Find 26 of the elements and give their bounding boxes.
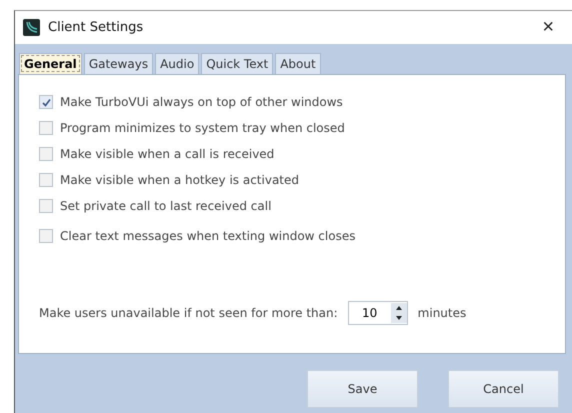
checkbox[interactable] [39,121,53,135]
check-icon [42,98,50,106]
checkbox-label: Program minimizes to system tray when closed [60,121,345,135]
minutes-spinbox[interactable]: 10 [348,301,408,325]
checkbox[interactable] [39,173,53,187]
cancel-button[interactable]: Cancel [448,370,559,408]
checkbox[interactable] [39,199,53,213]
checkbox[interactable] [39,147,53,161]
checkbox-label: Clear text messages when texting window closes [60,229,356,243]
tab[interactable]: About [275,53,321,74]
tab[interactable]: Gateways [84,53,154,74]
timeout-label: Make users unavailable if not seen for more than: [39,306,338,320]
close-button[interactable]: × [532,16,564,39]
checkbox-label: Make TurboVUi always on top of other windows [60,95,343,109]
minutes-label: minutes [418,306,466,320]
app-logo-icon [23,19,40,36]
checkbox-label: Make visible when a call is received [60,147,274,161]
tab[interactable]: Audio [155,53,200,74]
checkbox-label: Set private call to last received call [60,199,272,213]
checkbox-label: Make visible when a hotkey is activated [60,173,300,187]
tab[interactable]: General [19,53,82,74]
window-title: Client Settings [48,20,144,35]
checkbox[interactable] [39,229,53,243]
save-button[interactable]: Save [307,370,418,408]
checkbox[interactable] [39,95,53,109]
tab[interactable]: Quick Text [201,53,274,74]
